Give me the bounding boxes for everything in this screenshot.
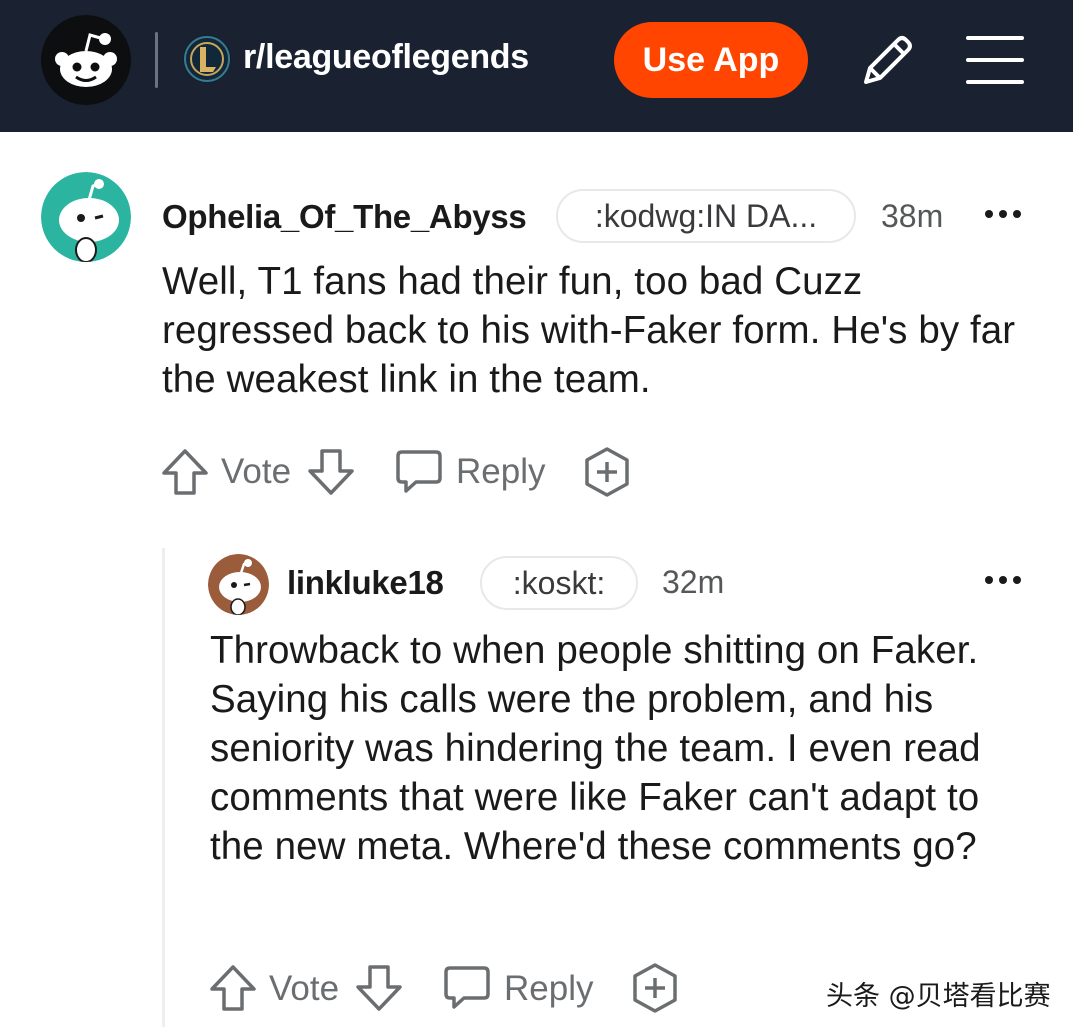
reply-button[interactable]: [442, 962, 492, 1012]
more-options-icon[interactable]: [983, 207, 1023, 219]
comment-username[interactable]: Ophelia_Of_The_Abyss: [162, 198, 527, 236]
subreddit-name[interactable]: r/leagueoflegends: [243, 38, 529, 77]
use-app-button[interactable]: Use App: [614, 22, 808, 98]
top-bar: r/leagueoflegends Use App: [0, 0, 1073, 132]
downvote-arrow-icon: [356, 965, 402, 1011]
upvote-arrow-icon: [162, 449, 208, 495]
award-plus-icon: [585, 447, 629, 497]
reply-label: Reply: [504, 969, 594, 1008]
vote-label: Vote: [221, 452, 292, 491]
comment-bubble-icon: [396, 450, 442, 493]
vote-label: Vote: [269, 969, 340, 1008]
comment-timestamp: 32m: [662, 564, 725, 600]
reply-button[interactable]: [394, 446, 444, 496]
reddit-snoo-icon[interactable]: [41, 15, 131, 105]
user-flair: :kodwg:IN DA...: [556, 189, 856, 243]
downvote-arrow-icon: [308, 449, 354, 495]
comment-body: Well, T1 fans had their fun, too bad Cuz…: [162, 260, 1016, 401]
league-of-legends-icon[interactable]: [183, 35, 231, 83]
avatar[interactable]: [208, 554, 269, 615]
pencil-icon[interactable]: [856, 30, 918, 92]
comment-bubble-icon: [444, 966, 490, 1009]
award-button[interactable]: [629, 962, 681, 1014]
comment-timestamp: 38m: [881, 198, 944, 234]
watermark: 头条 @贝塔看比赛: [826, 981, 1051, 1012]
avatar[interactable]: [41, 172, 131, 262]
reply-label: Reply: [456, 452, 546, 491]
user-flair: :koskt:: [480, 556, 638, 610]
comment-username[interactable]: linkluke18: [287, 564, 444, 602]
comment-body: Throwback to when people shitting on Fak…: [210, 629, 981, 868]
more-options-icon[interactable]: [983, 573, 1023, 585]
upvote-arrow-icon: [210, 965, 256, 1011]
upvote-button[interactable]: [208, 963, 258, 1013]
downvote-button[interactable]: [306, 447, 356, 497]
hamburger-menu-icon[interactable]: [964, 34, 1026, 86]
header-divider: [155, 32, 158, 88]
downvote-button[interactable]: [354, 963, 404, 1013]
award-plus-icon: [633, 963, 677, 1013]
upvote-button[interactable]: [160, 447, 210, 497]
thread-line[interactable]: [162, 548, 165, 1027]
award-button[interactable]: [581, 446, 633, 498]
